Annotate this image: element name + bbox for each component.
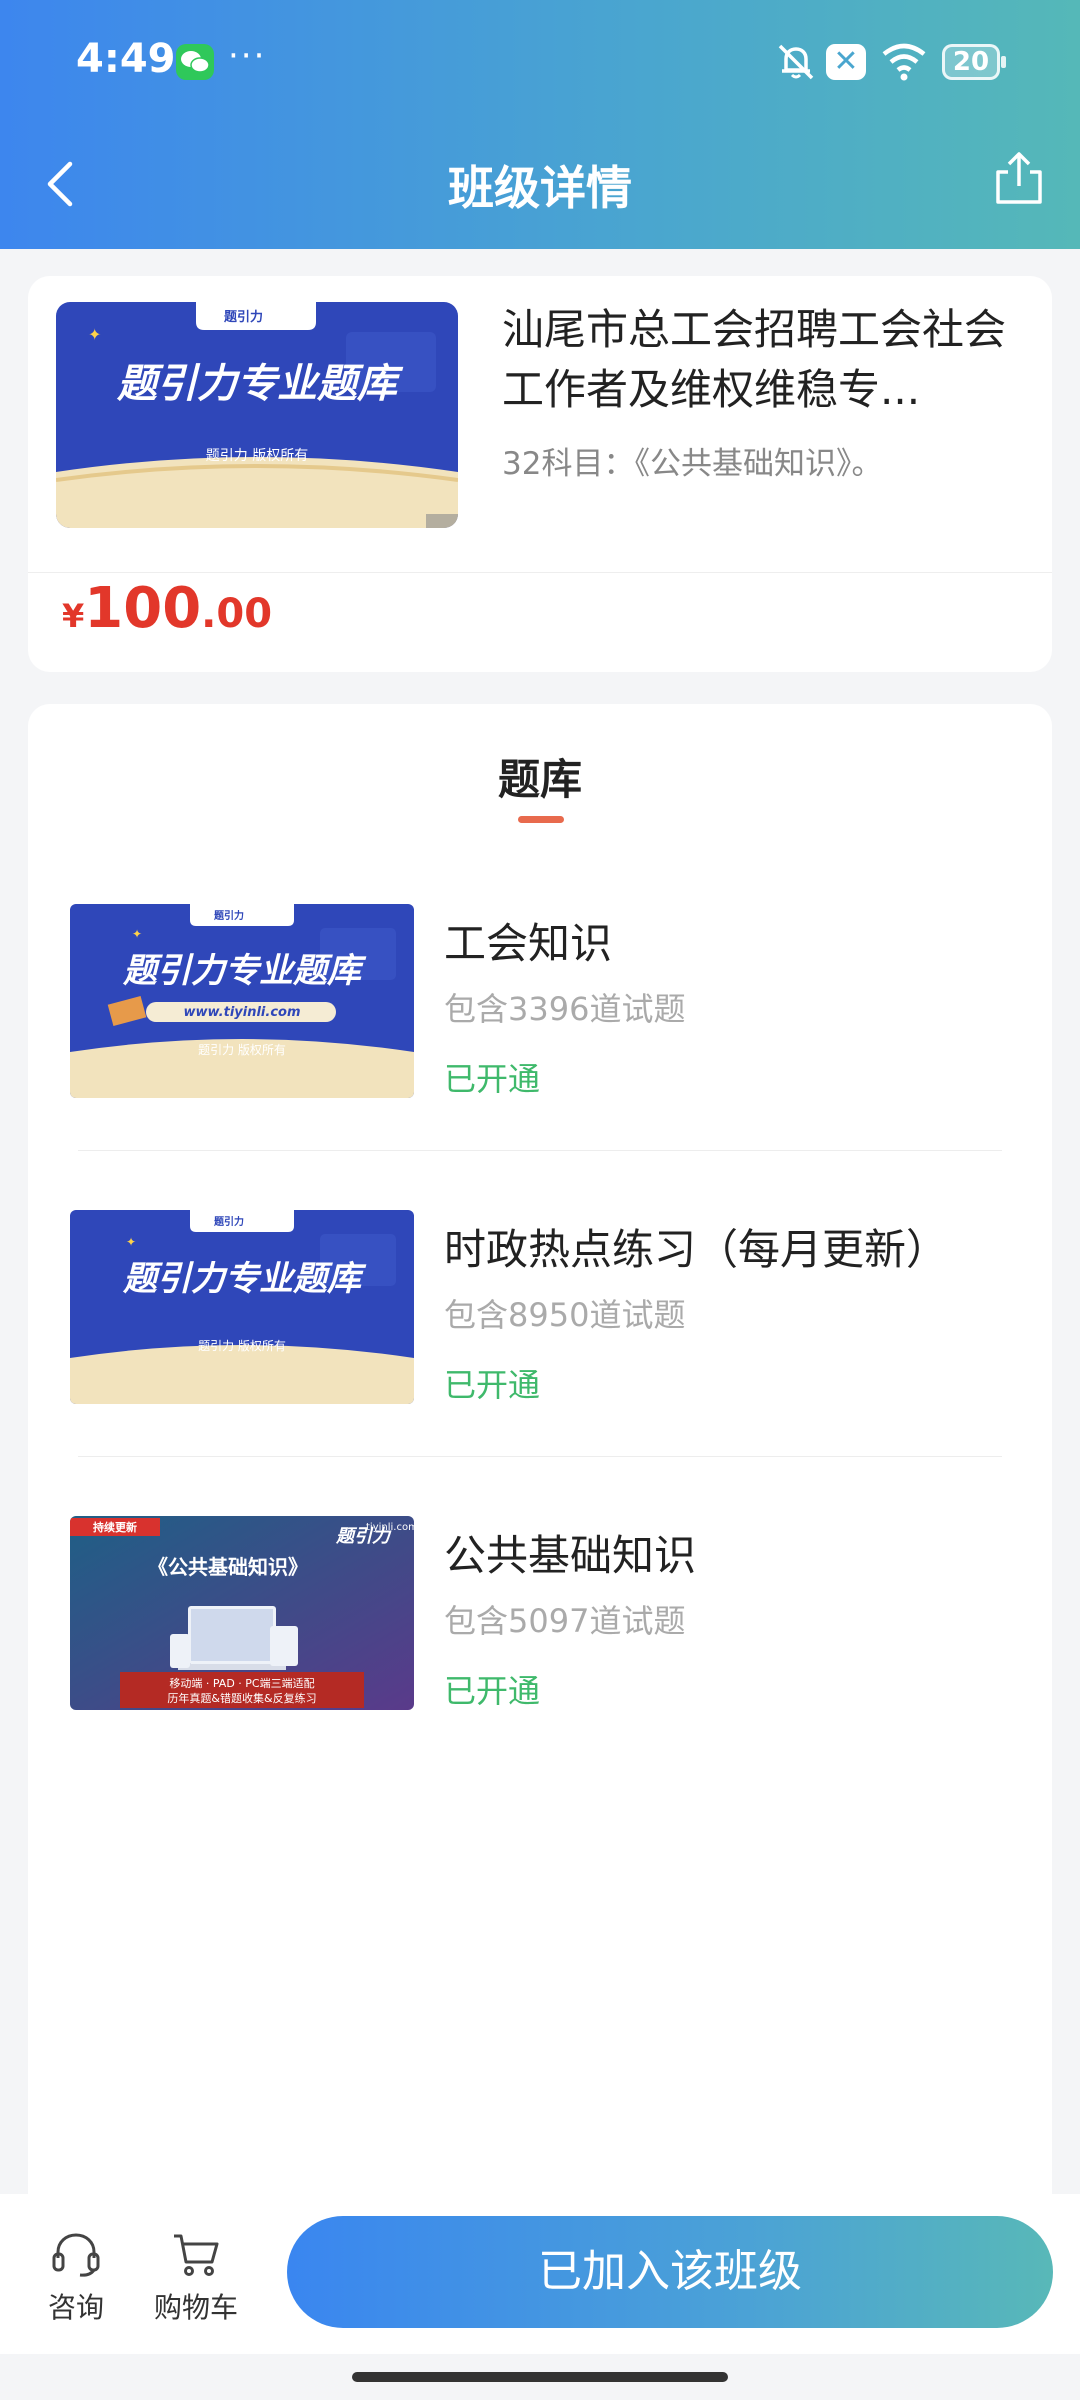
bank-name: 时政热点练习（每月更新） bbox=[444, 1225, 949, 1274]
bank-thumbnail: 题引力 ✦ 题引力专业题库 www.tiyinli.com 题引力 版权所有 bbox=[70, 904, 414, 1098]
wechat-icon bbox=[176, 44, 214, 80]
header: 4:49 ··· ✕ 20 班级详情 bbox=[0, 0, 1080, 249]
bell-off-icon bbox=[774, 40, 818, 88]
bottom-action-bar: 咨询 购物车 已加入该班级 bbox=[0, 2194, 1080, 2354]
price-currency: ¥ bbox=[62, 597, 85, 635]
bank-name: 公共基础知识 bbox=[444, 1531, 697, 1580]
course-card[interactable]: 题引力 ✦ 题引力专业题库 题引力 版权所有 汕尾市总工会招聘工会社会工作者及维… bbox=[28, 276, 1052, 672]
price-integer: 100 bbox=[84, 576, 202, 641]
svg-text:✦: ✦ bbox=[132, 927, 142, 941]
thumb-brand: 题引力 bbox=[224, 309, 263, 325]
bank-name: 工会知识 bbox=[444, 919, 613, 968]
bank-list-item[interactable]: 题引力 ✦ 题引力专业题库 题引力 版权所有 时政热点练习（每月更新） 包含89… bbox=[28, 1210, 1052, 1516]
bank-question-count: 包含8950道试题 bbox=[444, 1296, 686, 1334]
tab-question-bank[interactable]: 题库 bbox=[28, 746, 1052, 807]
tab-indicator bbox=[518, 816, 564, 823]
svg-text:题引力: 题引力 bbox=[214, 909, 244, 922]
bank-list-item[interactable]: 题引力 ✦ 题引力专业题库 www.tiyinli.com 题引力 版权所有 工… bbox=[28, 904, 1052, 1210]
divider bbox=[78, 1456, 1002, 1457]
course-price: ¥100.00 bbox=[62, 576, 272, 641]
joined-class-button[interactable]: 已加入该班级 bbox=[287, 2216, 1053, 2328]
svg-text:移动端 · PAD · PC端三端适配: 移动端 · PAD · PC端三端适配 bbox=[169, 1677, 314, 1690]
svg-text:✦: ✦ bbox=[126, 1235, 136, 1249]
svg-text:题引力 版权所有: 题引力 版权所有 bbox=[198, 1043, 286, 1057]
wifi-icon bbox=[880, 40, 928, 88]
svg-text:✦: ✦ bbox=[88, 325, 101, 344]
bank-status: 已开通 bbox=[444, 1366, 541, 1404]
cart-button[interactable]: 购物车 bbox=[146, 2230, 246, 2326]
home-indicator[interactable] bbox=[352, 2372, 728, 2382]
bank-thumbnail: 题引力 ✦ 题引力专业题库 题引力 版权所有 bbox=[70, 1210, 414, 1404]
bank-status: 已开通 bbox=[444, 1060, 541, 1098]
consult-button[interactable]: 咨询 bbox=[36, 2230, 116, 2326]
bank-thumbnail: 持续更新 tiyinli.com 题引力 《公共基础知识》 移动端 · PAD … bbox=[70, 1516, 414, 1710]
svg-text:www.tiyinli.com: www.tiyinli.com bbox=[183, 1005, 300, 1020]
price-decimal: .00 bbox=[201, 591, 273, 637]
shopping-cart-icon bbox=[174, 2234, 219, 2276]
bank-question-count: 包含5097道试题 bbox=[444, 1602, 686, 1640]
bank-list-item[interactable]: 持续更新 tiyinli.com 题引力 《公共基础知识》 移动端 · PAD … bbox=[28, 1516, 1052, 1822]
consult-label: 咨询 bbox=[47, 2291, 104, 2324]
page-title: 班级详情 bbox=[448, 161, 632, 215]
divider bbox=[28, 572, 1052, 573]
status-time: 4:49 bbox=[76, 36, 176, 82]
cart-label: 购物车 bbox=[153, 2291, 238, 2324]
svg-text:题引力: 题引力 bbox=[214, 1215, 244, 1228]
more-notifications-icon: ··· bbox=[228, 36, 267, 76]
bank-status: 已开通 bbox=[444, 1672, 541, 1710]
course-subtitle: 32科目：《公共基础知识》。 bbox=[502, 446, 883, 482]
svg-text:题引力: 题引力 bbox=[335, 1526, 392, 1547]
close-app-icon: ✕ bbox=[826, 44, 866, 80]
svg-text:持续更新: 持续更新 bbox=[93, 1520, 137, 1534]
divider bbox=[78, 1150, 1002, 1151]
thumb-banner: 题引力专业题库 bbox=[116, 361, 404, 407]
course-thumbnail: 题引力 ✦ 题引力专业题库 题引力 版权所有 bbox=[56, 302, 458, 528]
status-bar: 4:49 ··· ✕ 20 bbox=[0, 0, 1080, 124]
bank-question-count: 包含3396道试题 bbox=[444, 990, 686, 1028]
svg-text:历年真题&错题收集&反复练习: 历年真题&错题收集&反复练习 bbox=[167, 1691, 316, 1705]
share-button[interactable] bbox=[994, 150, 1044, 206]
svg-text:题引力专业题库: 题引力专业题库 bbox=[122, 1259, 367, 1299]
headset-icon bbox=[52, 2233, 100, 2277]
svg-text:题引力专业题库: 题引力专业题库 bbox=[122, 951, 367, 991]
svg-text:题引力 版权所有: 题引力 版权所有 bbox=[198, 1339, 286, 1353]
course-title: 汕尾市总工会招聘工会社会工作者及维权维稳专... bbox=[502, 305, 1007, 414]
battery-icon: 20 bbox=[942, 44, 1006, 80]
share-icon bbox=[996, 152, 1042, 204]
svg-text:《公共基础知识》: 《公共基础知识》 bbox=[148, 1555, 308, 1579]
question-bank-card: 题库 题引力 ✦ 题引力专业题库 www.tiyinli.com 题引力 版权所… bbox=[28, 704, 1052, 2194]
thumb-footer: 题引力 版权所有 bbox=[206, 448, 308, 464]
